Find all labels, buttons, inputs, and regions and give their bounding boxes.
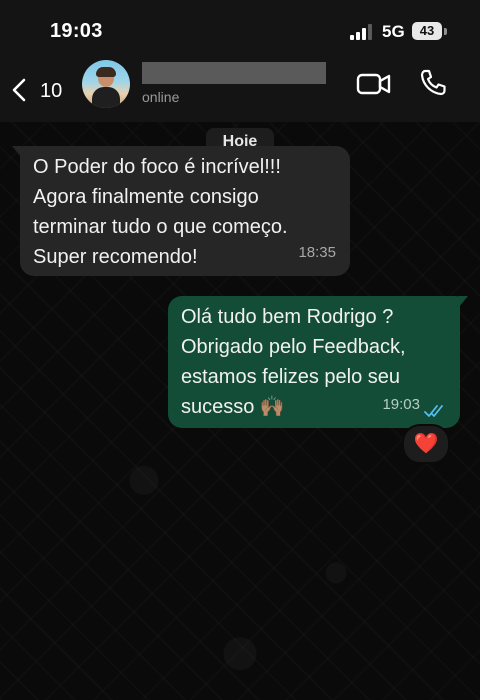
incoming-message[interactable]: O Poder do foco é incrível!!! Agora fina… — [12, 146, 350, 276]
message-time: 19:03 — [382, 396, 420, 413]
back-button[interactable]: 10 — [8, 68, 70, 112]
signal-icon — [350, 24, 372, 40]
chat-screen: 19:03 5G 43 10 online Hoje O Poder do fo… — [0, 0, 480, 700]
contact-name-redacted[interactable] — [142, 62, 326, 84]
video-camera-icon — [356, 73, 391, 95]
chevron-left-icon — [12, 78, 26, 102]
status-time: 19:03 — [50, 20, 103, 42]
voice-call-button[interactable] — [418, 68, 448, 98]
status-bar: 19:03 5G 43 — [0, 0, 480, 60]
outgoing-message[interactable]: Olá tudo bem Rodrigo ? Obrigado pelo Fee… — [168, 296, 468, 428]
phone-icon — [420, 69, 446, 96]
avatar[interactable] — [82, 60, 130, 108]
unread-count: 10 — [40, 80, 63, 102]
network-label: 5G — [382, 22, 405, 41]
video-call-button[interactable] — [356, 70, 392, 98]
message-time: 18:35 — [298, 244, 336, 261]
contact-status: online — [142, 89, 180, 105]
chat-header: 10 online — [0, 60, 480, 123]
battery-level: 43 — [412, 22, 442, 40]
message-text: O Poder do foco é incrível!!! Agora fina… — [33, 156, 288, 268]
battery-tip — [444, 28, 447, 35]
avatar-hair — [96, 67, 116, 77]
avatar-body — [92, 87, 120, 108]
heart-reaction[interactable]: ❤️ — [402, 424, 450, 464]
battery-icon: 43 — [412, 22, 448, 40]
chat-area[interactable]: Hoje O Poder do foco é incrível!!! Agora… — [0, 122, 480, 700]
double-check-icon — [424, 405, 443, 417]
